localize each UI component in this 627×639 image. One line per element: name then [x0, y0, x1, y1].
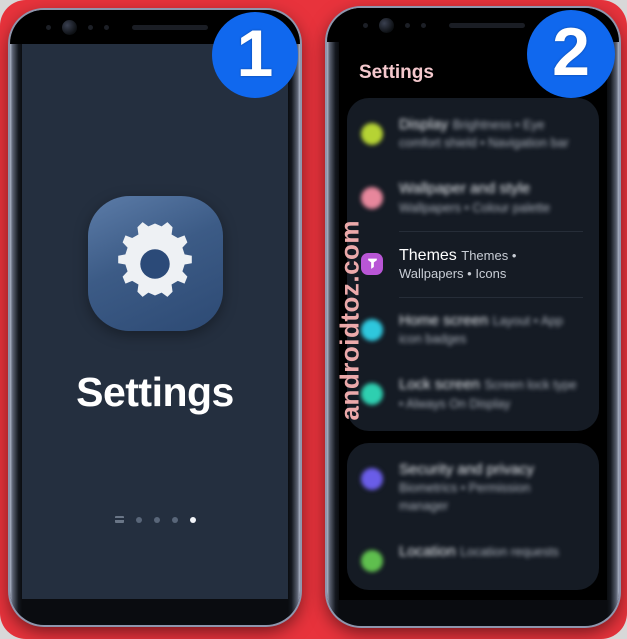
row-title: Wallpaper and style [399, 180, 531, 198]
phone-right-screen: Settings Display Brightness • Eye comfor… [337, 42, 609, 600]
row-title: Home screen [399, 312, 489, 330]
phone-left: Settings [10, 10, 300, 625]
settings-row-home-screen[interactable]: Home screen Layout • App icon badges [347, 298, 599, 362]
settings-card: Display Brightness • Eye comfort shield … [347, 98, 599, 431]
settings-row-location[interactable]: Location Location requests [347, 529, 599, 586]
app-label: Settings [76, 369, 234, 415]
row-title: Security and privacy [399, 460, 535, 478]
page-indicator-dot-active[interactable] [189, 516, 196, 523]
phone-right: Settings Display Brightness • Eye comfor… [327, 8, 619, 626]
gear-icon [87, 196, 223, 331]
settings-row-display[interactable]: Display Brightness • Eye comfort shield … [347, 102, 599, 166]
front-camera-icon [62, 20, 77, 35]
page-indicator-dot[interactable] [171, 516, 178, 523]
settings-row-wallpaper-and-style[interactable]: Wallpaper and style Wallpapers • Colour … [347, 166, 599, 230]
display-icon [361, 123, 383, 145]
step-badge-2: 2 [527, 10, 615, 98]
settings-row-security-and-privacy[interactable]: Security and privacy Biometrics • Permis… [347, 447, 599, 529]
page-indicator-dot[interactable] [135, 516, 142, 523]
page-indicator-list-icon[interactable] [114, 516, 124, 523]
settings-app-shortcut[interactable]: Settings [20, 196, 290, 416]
watermark: androidtoz.com [334, 219, 365, 421]
row-title: Lock screen [399, 376, 480, 394]
step-badge-1: 1 [212, 12, 298, 98]
sensor-dot-icon [405, 23, 410, 28]
row-subtitle: Wallpapers • Colour palette [399, 200, 551, 215]
sensor-dot-icon [88, 25, 93, 30]
settings-row-lock-screen[interactable]: Lock screen Screen lock type • Always On… [347, 362, 599, 426]
location-icon [361, 550, 383, 572]
page-indicator-dot[interactable] [153, 516, 160, 523]
settings-card: Security and privacy Biometrics • Permis… [347, 442, 599, 590]
row-title: Themes [399, 246, 457, 264]
front-camera-icon [379, 18, 394, 33]
wallpaper-icon [361, 187, 383, 210]
security-icon [361, 467, 383, 490]
sensor-dot-icon [421, 23, 426, 28]
earpiece-speaker-icon [132, 25, 208, 30]
row-subtitle: Biometrics • Permission manager [399, 481, 531, 513]
sensor-dot-icon [46, 25, 51, 30]
step-badge-label: 2 [552, 14, 590, 90]
step-badge-label: 1 [236, 16, 274, 90]
row-subtitle: Location requests [460, 545, 559, 559]
home-page-indicator[interactable] [20, 516, 290, 523]
phone-left-screen: Settings [20, 44, 290, 599]
row-title: Display [399, 116, 449, 133]
settings-row-themes[interactable]: Themes Themes • Wallpapers • Icons [347, 232, 599, 298]
sensor-dot-icon [104, 25, 109, 30]
sensor-dot-icon [363, 23, 368, 28]
row-title: Location [399, 543, 456, 560]
earpiece-speaker-icon [449, 23, 525, 28]
screenshot-stage: Settings Settings Display Brightness • E… [0, 0, 627, 639]
